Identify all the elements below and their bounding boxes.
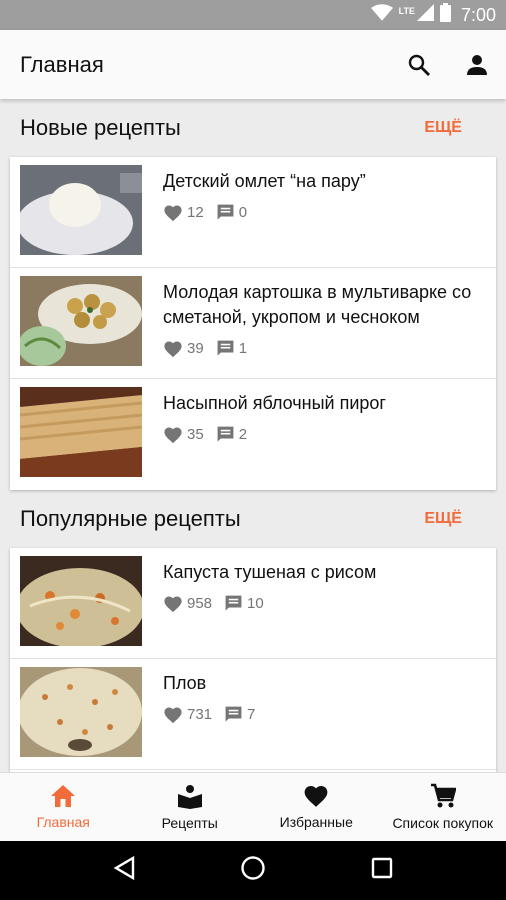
comment-icon <box>225 595 242 611</box>
recipe-image <box>20 165 142 255</box>
likes-count: 958 <box>187 595 213 612</box>
popular-recipes-list: Капуста тушеная с рисом 958 10 Плов 731 … <box>10 548 496 772</box>
recipe-title: Капуста тушеная с рисом <box>163 562 377 582</box>
recipe-image <box>20 276 142 366</box>
back-button[interactable] <box>113 855 135 885</box>
clock: 7:00 <box>460 4 496 25</box>
recipe-item[interactable]: Молодая картошка в мультиварке со сметан… <box>10 268 496 379</box>
nav-home[interactable]: Главная <box>0 773 127 841</box>
nav-label: Избранные <box>279 814 353 830</box>
main-content[interactable]: Новые рецепты ЕЩЁ Детский омлет “на пару… <box>0 99 506 772</box>
book-icon <box>177 785 202 809</box>
comments-count: 0 <box>238 204 248 221</box>
recents-button[interactable] <box>371 857 393 884</box>
likes-count: 12 <box>187 204 204 221</box>
nav-label: Рецепты <box>161 815 218 831</box>
system-navigation-bar <box>0 841 506 900</box>
new-recipes-header: Новые рецепты ЕЩЁ <box>0 99 506 157</box>
recipe-image <box>20 667 142 757</box>
wifi-icon <box>370 4 393 26</box>
comment-icon <box>217 426 234 442</box>
recipe-title: Молодая картошка в мультиварке со сметан… <box>163 282 472 327</box>
section-title: Популярные рецепты <box>20 506 241 531</box>
section-title: Новые рецепты <box>20 115 181 140</box>
home-button[interactable] <box>240 855 266 886</box>
square-icon <box>372 857 393 879</box>
heart-icon <box>164 426 182 443</box>
popular-recipes-header: Популярные рецепты ЕЩЁ <box>0 490 506 548</box>
signal-icon <box>416 4 434 26</box>
comments-count: 10 <box>247 595 264 612</box>
page-title: Главная <box>20 51 104 77</box>
comment-icon <box>217 340 234 356</box>
heart-icon <box>164 706 182 723</box>
recipe-title: Плов <box>163 673 207 693</box>
more-button[interactable]: ЕЩЁ <box>424 510 462 528</box>
comments-count: 1 <box>238 340 248 357</box>
nav-label: Главная <box>36 814 90 830</box>
new-recipes-list: Детский омлет “на пару” 12 0 Молодая кар… <box>10 157 496 490</box>
home-icon <box>51 785 76 807</box>
heart-icon <box>304 786 328 807</box>
search-icon <box>408 54 430 76</box>
person-icon <box>467 54 487 75</box>
more-button[interactable]: ЕЩЁ <box>424 119 462 137</box>
recipe-image <box>20 556 142 646</box>
status-bar: LTE 7:00 <box>0 0 506 30</box>
comments-count: 2 <box>238 426 248 443</box>
nav-label: Список покупок <box>392 815 494 831</box>
back-icon <box>113 855 134 881</box>
comments-count: 7 <box>247 706 256 723</box>
likes-count: 731 <box>187 706 213 723</box>
heart-icon <box>164 340 182 357</box>
comment-icon <box>225 706 242 722</box>
nav-shopping-list[interactable]: Список покупок <box>380 773 506 841</box>
recipe-title: Насыпной яблочный пирог <box>163 393 386 413</box>
heart-icon <box>164 595 182 612</box>
search-button[interactable] <box>390 36 448 94</box>
likes-count: 35 <box>187 426 204 443</box>
bottom-navigation: Главная Рецепты Избранные Список покупок <box>0 772 506 841</box>
heart-icon <box>164 204 182 221</box>
recipe-item[interactable]: Капуста тушеная с рисом 958 10 <box>10 548 496 659</box>
circle-icon <box>241 856 265 880</box>
nav-recipes[interactable]: Рецепты <box>127 773 254 841</box>
network-type: LTE <box>398 6 415 16</box>
recipe-item[interactable]: Детский омлет “на пару” 12 0 <box>10 157 496 268</box>
cart-icon <box>430 783 456 808</box>
battery-icon <box>439 3 451 27</box>
account-button[interactable] <box>448 36 506 94</box>
likes-count: 39 <box>187 340 204 357</box>
recipe-title: Детский омлет “на пару” <box>163 171 366 191</box>
recipe-item[interactable]: Насыпной яблочный пирог 35 2 <box>10 379 496 490</box>
recipe-item[interactable]: Плов 731 7 <box>10 659 496 770</box>
recipe-image <box>20 387 142 477</box>
app-bar: Главная <box>0 30 506 99</box>
comment-icon <box>217 204 234 220</box>
nav-favorites[interactable]: Избранные <box>253 773 380 841</box>
